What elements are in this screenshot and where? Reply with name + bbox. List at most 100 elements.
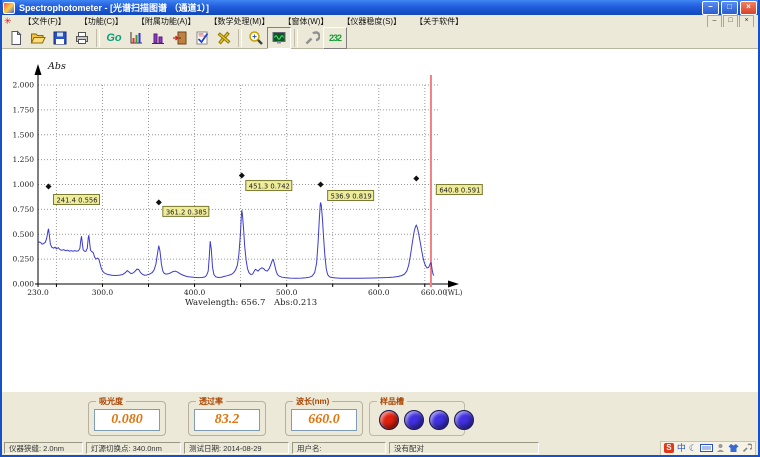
- wrench-icon: [304, 30, 320, 46]
- open-file-button[interactable]: [27, 28, 49, 48]
- shirt-icon[interactable]: [728, 443, 739, 453]
- x-tick-label: 230.0: [27, 288, 49, 297]
- histogram-button[interactable]: [125, 28, 147, 48]
- sample-cell-label: 样品槽: [377, 396, 407, 407]
- cursor-abs-readout: Abs:0.213: [273, 298, 317, 308]
- menu-file[interactable]: 【文件(F)】: [17, 16, 73, 27]
- verify-check-icon: [194, 30, 210, 46]
- new-file-icon: [8, 30, 24, 46]
- zoom-magnifier-icon: [248, 30, 264, 46]
- go-icon: Go: [106, 32, 121, 44]
- menu-auxiliary[interactable]: 【附属功能(A)】: [130, 16, 203, 27]
- y-axis-arrow: [35, 64, 42, 75]
- absorbance-group: 吸光度 0.080: [88, 401, 166, 436]
- wavelength-value: 660.0: [308, 412, 340, 428]
- display-button[interactable]: [267, 27, 291, 49]
- menu-window[interactable]: 【窗体(W)】: [277, 16, 336, 27]
- sogou-icon[interactable]: S: [664, 443, 674, 453]
- calibration-cross-icon: [216, 30, 232, 46]
- status-lamp-switch: 灯源切换点: 340.0nm: [86, 442, 181, 454]
- status-pairing: 没有配对: [389, 442, 539, 454]
- sample-slot-1[interactable]: [379, 410, 399, 430]
- sample-slot-2[interactable]: [404, 410, 424, 430]
- wavelength-label: 波长(nm): [293, 396, 332, 407]
- new-file-button[interactable]: [5, 28, 27, 48]
- wavelength-field: 660.0: [291, 409, 357, 431]
- cursor-wavelength-readout: Wavelength: 656.7: [185, 298, 265, 308]
- spectrum-curve: [38, 203, 434, 279]
- menu-instrument-stability[interactable]: 【仪器稳度(S)】: [335, 16, 408, 27]
- verify-button[interactable]: [191, 28, 213, 48]
- peak-label: 640.8 0.591: [439, 187, 480, 195]
- spectrophotometer-window: Spectrophotometer - [光谱扫描图谱 （通道1）] – □ ×…: [0, 0, 760, 457]
- settings-button[interactable]: [301, 28, 323, 48]
- peak-marker: [156, 199, 162, 205]
- menu-function[interactable]: 【功能(C)】: [73, 16, 130, 27]
- sample-slot-row: [379, 410, 474, 430]
- status-slit: 仪器狭缝: 2.0nm: [4, 442, 83, 454]
- sample-cell-group: 样品槽: [369, 401, 465, 436]
- mdi-child-icon: ✳: [4, 16, 12, 26]
- y-tick-label: 0.750: [13, 205, 35, 214]
- chinese-mode-icon[interactable]: 中: [677, 443, 686, 454]
- toolbar: Go 232: [2, 27, 758, 49]
- status-username: 用户名:: [292, 442, 386, 454]
- exit-button[interactable]: [169, 28, 191, 48]
- minimize-button[interactable]: –: [702, 1, 719, 15]
- language-tray: S 中 ☾: [660, 441, 756, 456]
- status-test-date: 测试日期: 2014-08-29: [184, 442, 289, 454]
- close-button[interactable]: ×: [740, 1, 757, 15]
- peak-label: 451.3 0.742: [249, 183, 290, 191]
- y-tick-label: 1.500: [13, 130, 35, 139]
- calibration-button[interactable]: [213, 28, 235, 48]
- exit-door-icon: [172, 30, 188, 46]
- toolbar-separator: [238, 29, 242, 47]
- transmittance-value: 83.2: [215, 412, 240, 428]
- person-icon[interactable]: [716, 443, 725, 453]
- printer-icon: [74, 30, 90, 46]
- y-tick-label: 1.750: [13, 105, 35, 114]
- bar-chart-icon: [150, 30, 166, 46]
- transmittance-group: 透过率 83.2: [188, 401, 266, 436]
- wrench-icon[interactable]: [742, 443, 752, 453]
- app-icon: [3, 2, 15, 14]
- y-tick-label: 2.000: [13, 81, 35, 90]
- absorbance-field: 0.080: [94, 409, 160, 431]
- window-title: Spectrophotometer - [光谱扫描图谱 （通道1）]: [19, 1, 209, 14]
- peak-label: 241.4 0.556: [56, 196, 97, 204]
- transmittance-label: 透过率: [196, 396, 226, 407]
- spectrum-chart: 2.0001.7501.5001.2501.0000.7500.5000.250…: [2, 49, 758, 392]
- restore-button[interactable]: □: [721, 1, 738, 15]
- toolbar-separator: [294, 29, 298, 47]
- go-button[interactable]: Go: [103, 28, 125, 48]
- y-axis-title: Abs: [47, 61, 66, 72]
- x-tick-label: 300.0: [92, 288, 114, 297]
- absorbance-label: 吸光度: [96, 396, 126, 407]
- zoom-button[interactable]: [245, 28, 267, 48]
- y-tick-label: 1.250: [13, 155, 35, 164]
- peak-label: 536.9 0.819: [331, 193, 372, 201]
- keyboard-icon[interactable]: [700, 443, 713, 453]
- absorbance-value: 0.080: [111, 412, 143, 428]
- x-tick-label: 660.00: [421, 288, 447, 297]
- moon-icon[interactable]: ☾: [689, 443, 697, 454]
- bar-chart-button[interactable]: [147, 28, 169, 48]
- sample-slot-4[interactable]: [454, 410, 474, 430]
- sample-slot-3[interactable]: [429, 410, 449, 430]
- x-tick-label: 500.0: [276, 288, 298, 297]
- title-bar: Spectrophotometer - [光谱扫描图谱 （通道1）] – □ ×: [0, 0, 760, 15]
- y-tick-label: 0.500: [13, 230, 35, 239]
- rs232-button[interactable]: 232: [323, 27, 347, 49]
- histogram-icon: [128, 30, 144, 46]
- x-tick-label: 600.0: [368, 288, 390, 297]
- print-button[interactable]: [71, 28, 93, 48]
- status-bar: 仪器狭缝: 2.0nm 灯源切换点: 340.0nm 测试日期: 2014-08…: [2, 441, 758, 455]
- save-button[interactable]: [49, 28, 71, 48]
- peak-marker: [413, 176, 419, 182]
- x-axis-arrow: [448, 281, 459, 288]
- y-tick-label: 1.000: [13, 180, 35, 189]
- peak-marker: [318, 182, 324, 188]
- menu-math[interactable]: 【数学处理(M)】: [203, 16, 277, 27]
- menu-about[interactable]: 【关于软件】: [408, 16, 470, 27]
- display-screen-icon: [271, 30, 287, 46]
